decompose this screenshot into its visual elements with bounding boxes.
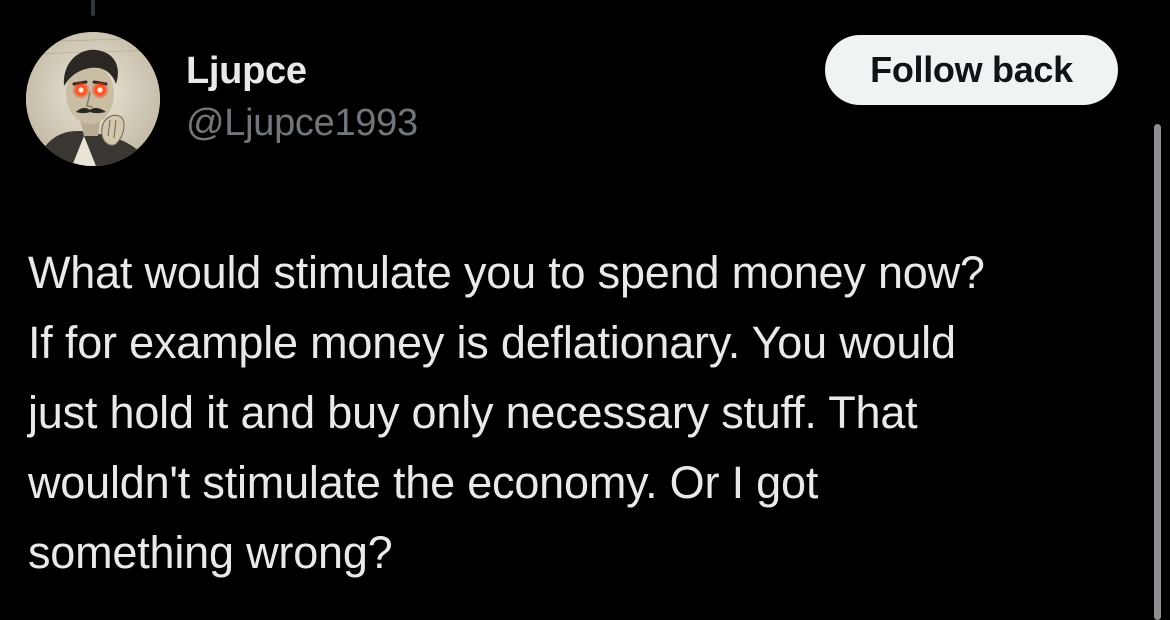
scrollbar[interactable]: [1154, 124, 1161, 620]
follow-back-button[interactable]: Follow back: [825, 35, 1118, 105]
user-handle[interactable]: @Ljupce1993: [186, 102, 418, 145]
portrait-avatar-icon: [26, 32, 160, 166]
user-display-name[interactable]: Ljupce: [186, 50, 307, 93]
thread-connector-line: [91, 0, 95, 16]
user-avatar[interactable]: [26, 32, 160, 166]
tweet-body-text: What would stimulate you to spend money …: [28, 247, 985, 578]
